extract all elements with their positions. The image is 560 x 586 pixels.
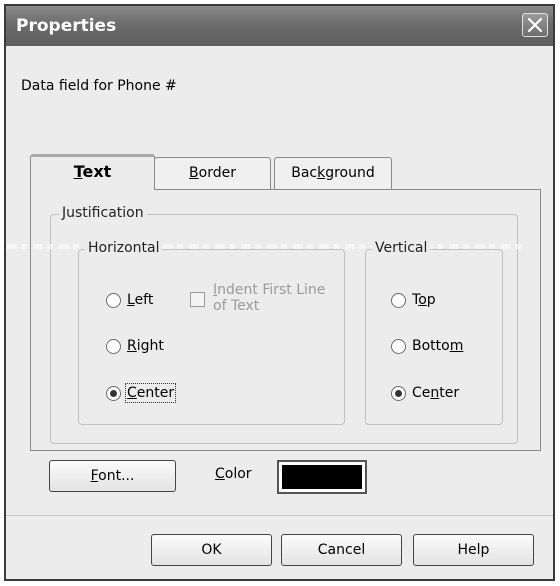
radio-center-vertical-pre: Ce	[412, 385, 431, 401]
radio-left-mnemonic: L	[127, 292, 135, 308]
vertical-group: Vertical Top Bottom Center	[365, 240, 503, 425]
radio-right[interactable]: Right	[106, 336, 164, 356]
radio-center-horizontal-rest: enter	[136, 385, 175, 401]
tab-border-rest: order	[198, 165, 236, 181]
justification-group: Justification Horizontal Left Right Cent…	[7, 205, 527, 444]
tab-background-rest: ground	[325, 165, 375, 181]
radio-center-horizontal[interactable]: Center	[106, 383, 177, 403]
radio-right-rest: ight	[136, 338, 164, 354]
ok-button[interactable]: OK	[151, 534, 272, 566]
tab-text[interactable]: Text	[30, 154, 155, 190]
indent-line1-rest: ndent First Line	[217, 282, 326, 298]
radio-bottom-mnemonic: m	[449, 338, 464, 354]
tab-text-rest: ext	[82, 162, 112, 181]
indent-first-line-checkbox[interactable]	[190, 292, 205, 307]
properties-dialog: Properties Data field for Phone # Text B…	[4, 4, 555, 581]
radio-center-horizontal-circle[interactable]	[106, 385, 121, 401]
radio-left-rest: eft	[134, 292, 154, 308]
title-bar[interactable]: Properties	[6, 6, 553, 46]
radio-bottom-circle[interactable]	[391, 338, 406, 354]
radio-center-vertical-rest: ter	[439, 385, 460, 401]
radio-center-vertical-circle[interactable]	[391, 385, 406, 401]
cancel-button[interactable]: Cancel	[281, 534, 402, 566]
radio-left-circle[interactable]	[106, 292, 121, 308]
help-button[interactable]: Help	[413, 534, 534, 566]
radio-left[interactable]: Left	[106, 290, 153, 310]
color-label-mnemonic: C	[215, 466, 225, 482]
radio-center-horizontal-label: Center	[124, 383, 177, 403]
close-button[interactable]	[522, 13, 548, 37]
radio-left-label: Left	[127, 292, 153, 308]
radio-right-mnemonic: R	[127, 338, 137, 354]
color-swatch-fill	[282, 465, 362, 489]
radio-center-vertical[interactable]: Center	[391, 383, 459, 403]
radio-top-circle[interactable]	[391, 292, 406, 308]
color-label-rest: olor	[224, 466, 252, 482]
field-description: Data field for Phone #	[21, 78, 177, 94]
horizontal-group: Horizontal Left Right Center Indent Firs…	[78, 240, 345, 425]
radio-bottom[interactable]: Bottom	[391, 336, 463, 356]
color-swatch-button[interactable]	[277, 460, 367, 494]
radio-top[interactable]: Top	[391, 290, 436, 310]
indent-line2: of Text	[213, 298, 260, 314]
radio-right-label: Right	[127, 338, 164, 354]
tab-border[interactable]: Border	[154, 157, 271, 189]
radio-top-mnemonic: o	[418, 292, 427, 308]
tab-border-mnemonic: B	[189, 165, 199, 181]
radio-center-vertical-label: Center	[412, 385, 459, 401]
tab-background-mnemonic: k	[317, 165, 326, 181]
vertical-legend: Vertical	[372, 240, 431, 256]
radio-bottom-pre: Botto	[412, 338, 450, 354]
font-button-rest: ont...	[98, 468, 135, 484]
justification-legend: Justification	[59, 205, 147, 221]
tab-background[interactable]: Background	[274, 157, 392, 189]
text-tab-panel: Justification Horizontal Left Right Cent…	[7, 189, 541, 451]
tab-background-pre: Bac	[291, 165, 318, 181]
color-label: Color	[215, 466, 252, 482]
font-button-mnemonic: F	[90, 468, 99, 484]
window-title: Properties	[16, 16, 117, 36]
radio-right-circle[interactable]	[106, 338, 121, 354]
radio-bottom-label: Bottom	[412, 338, 463, 354]
radio-center-vertical-mnemonic: n	[430, 385, 440, 401]
separator	[6, 515, 553, 516]
close-icon	[527, 17, 543, 33]
radio-center-horizontal-mnemonic: C	[127, 385, 137, 401]
font-button[interactable]: Font...	[49, 460, 176, 492]
indent-first-line-label: Indent First Line of Text	[213, 282, 325, 314]
horizontal-legend: Horizontal	[85, 240, 163, 256]
radio-top-rest: p	[426, 292, 436, 308]
radio-top-label: Top	[412, 292, 436, 308]
